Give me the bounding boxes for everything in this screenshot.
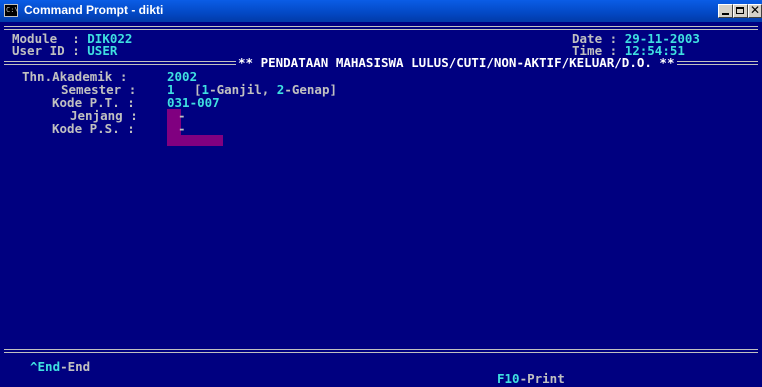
maximize-button[interactable] (733, 4, 748, 18)
print-action: -Print (519, 371, 565, 386)
end-hotkey[interactable]: ^End-End (30, 360, 90, 373)
maximize-icon (736, 7, 744, 14)
top-border-line (4, 26, 758, 30)
minimize-button[interactable] (718, 4, 733, 18)
end-key: ^End (30, 359, 61, 374)
end-action: -End (60, 359, 91, 374)
bottom-separator (4, 349, 758, 353)
kode-ps-label: Kode P.S. : (52, 121, 143, 136)
minimize-icon (722, 13, 729, 15)
kode-ps-input-bg[interactable] (167, 135, 223, 146)
close-icon: ✕ (750, 3, 761, 17)
kode-pt-input[interactable]: 031-007 (167, 96, 220, 109)
close-button[interactable]: ✕ (748, 3, 762, 18)
print-hotkey[interactable]: F10-Print (497, 372, 565, 385)
title-bar[interactable]: C:\ Command Prompt - dikti ✕ (0, 0, 762, 22)
kode-ps-input[interactable]: - (178, 122, 186, 135)
print-key: F10 (497, 371, 520, 386)
screen-title: ** PENDATAAN MAHASISWA LULUS/CUTI/NON-AK… (236, 55, 677, 70)
userid-value: USER (87, 43, 118, 58)
userid-line: User ID : USER (12, 44, 117, 57)
cmd-icon[interactable]: C:\ (4, 4, 19, 17)
console-area[interactable]: Module : DIK022 User ID : USER Date : 29… (0, 22, 762, 387)
semester-hint-4: -Genap] (284, 82, 338, 97)
window-title: Command Prompt - dikti (24, 3, 164, 17)
userid-label: User ID : (12, 43, 88, 58)
